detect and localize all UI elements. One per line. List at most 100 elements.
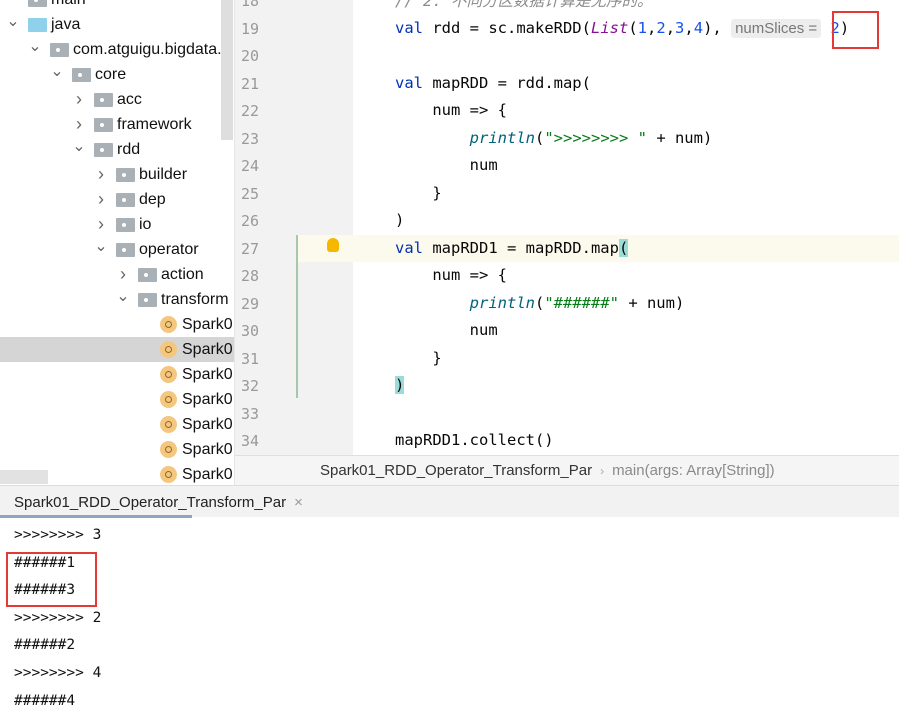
output-line: >>>>>>>> 2: [14, 609, 102, 626]
tree-item-label: com.atguigu.bigdata.s: [73, 40, 230, 58]
console-tab[interactable]: Spark01_RDD_Operator_Transform_Par ×: [0, 486, 303, 518]
tree-item-label: transform: [161, 290, 229, 308]
chevron-right-icon: ›: [600, 463, 605, 478]
tree-item[interactable]: ⌄ com.atguigu.bigdata.s: [0, 36, 234, 62]
folder-icon: [50, 42, 69, 57]
folder-icon: [28, 17, 47, 32]
tree-item[interactable]: › action: [0, 262, 234, 287]
tree-item[interactable]: ⌄ rdd: [0, 136, 234, 162]
chevron-right-icon[interactable]: ›: [116, 264, 130, 285]
scala-class-icon: [160, 441, 177, 458]
tree-item-label: action: [161, 265, 204, 283]
tree-item-label: operator: [139, 240, 199, 258]
folder-icon: [138, 267, 157, 282]
tree-item[interactable]: ⌄ transform: [0, 286, 234, 312]
chevron-down-icon[interactable]: ⌄: [50, 61, 64, 81]
scala-class-icon: [160, 391, 177, 408]
tree-item[interactable]: ⌄ core: [0, 61, 234, 87]
chevron-down-icon[interactable]: ⌄: [72, 136, 86, 156]
highlight-box-output: [6, 552, 97, 607]
tree-item[interactable]: Spark0: [0, 437, 234, 462]
tree-item[interactable]: › framework: [0, 112, 234, 137]
highlight-box-numslices: [832, 11, 879, 49]
tree-item-label: core: [95, 65, 127, 83]
folder-icon: [116, 167, 135, 182]
code-line-23: println(">>>>>>>> " + num): [469, 129, 713, 147]
scala-class-icon: [160, 466, 177, 483]
lightbulb-icon[interactable]: [327, 238, 339, 252]
line-number: 19: [241, 19, 260, 38]
line-number: 22: [241, 102, 260, 120]
chevron-down-icon[interactable]: ⌄: [94, 236, 108, 256]
tree-item-label: builder: [139, 165, 188, 183]
line-number: 28: [241, 267, 260, 285]
line-number: 18: [241, 0, 260, 10]
line-number: 32: [241, 377, 260, 395]
tree-item-label: Spark0: [182, 340, 233, 358]
breadcrumb: Spark01_RDD_Operator_Transform_Par › main(…: [235, 455, 899, 485]
chevron-right-icon[interactable]: ›: [94, 214, 108, 235]
tree-item-label: dep: [139, 190, 166, 208]
folder-icon: [138, 292, 157, 307]
tree-item[interactable]: › acc: [0, 87, 234, 112]
breadcrumb-method[interactable]: main(args: Array[String]): [612, 462, 775, 479]
tree-item-label: rdd: [117, 140, 141, 158]
code-line-28: num => {: [395, 266, 507, 284]
folder-icon: [116, 242, 135, 257]
tree-item[interactable]: Spark0: [0, 387, 234, 412]
tree-item-label: main: [51, 0, 86, 9]
tree-item[interactable]: ⌄ operator: [0, 236, 234, 262]
line-number: 21: [241, 74, 260, 93]
chevron-right-icon[interactable]: ›: [94, 164, 108, 185]
tree-item-label: io: [139, 215, 152, 233]
tree-item[interactable]: Spark0: [0, 412, 234, 437]
code-line-30: num: [395, 321, 498, 339]
chevron-down-icon[interactable]: ⌄: [28, 36, 42, 56]
chevron-down-icon[interactable]: ⌄: [116, 286, 130, 306]
line-number: 24: [241, 157, 260, 175]
code-line-31: }: [395, 349, 442, 367]
tree-item[interactable]: › dep: [0, 187, 234, 212]
parameter-hint: numSlices =: [731, 19, 822, 38]
tree-item[interactable]: Spark0: [0, 362, 234, 387]
folder-icon: [94, 92, 113, 107]
scala-class-icon: [160, 341, 177, 358]
console-tab-bar: Spark01_RDD_Operator_Transform_Par ×: [0, 485, 899, 518]
chevron-right-icon[interactable]: ›: [94, 189, 108, 210]
scala-class-icon: [160, 416, 177, 433]
tree-item-label: acc: [117, 90, 142, 108]
line-number: 33: [241, 404, 260, 423]
close-icon[interactable]: ×: [294, 494, 303, 511]
chevron-right-icon[interactable]: ›: [72, 89, 86, 110]
tree-item[interactable]: Spark0: [0, 312, 234, 337]
tree-item[interactable]: Spark0: [0, 337, 234, 362]
output-line: ######4: [14, 692, 76, 709]
code-line-26: ): [395, 211, 405, 229]
chevron-down-icon[interactable]: ⌄: [6, 11, 20, 31]
code-editor[interactable]: [353, 0, 899, 455]
output-line: ######2: [14, 637, 76, 654]
tree-item[interactable]: › io: [0, 212, 234, 237]
tree-scrollbar[interactable]: [221, 0, 233, 140]
tree-horizontal-scrollbar[interactable]: [0, 470, 48, 484]
scala-class-icon: [160, 316, 177, 333]
tree-item-label: java: [51, 15, 81, 33]
line-number: 20: [241, 47, 260, 65]
tree-item-label: framework: [117, 115, 192, 133]
line-number: 29: [241, 294, 260, 313]
code-line-34: mapRDD1.collect(): [395, 431, 554, 449]
code-line-18: // 2. 不同分区数据计算是无序的。: [395, 0, 653, 10]
tree-item[interactable]: › builder: [0, 162, 234, 187]
breadcrumb-file[interactable]: Spark01_RDD_Operator_Transform_Par: [320, 462, 592, 479]
line-number: 26: [241, 212, 260, 230]
tree-item[interactable]: main: [0, 0, 234, 12]
tree-item[interactable]: ⌄ java: [0, 11, 234, 37]
folder-icon: [116, 217, 135, 232]
code-line-24: num: [395, 156, 498, 174]
project-tree: main ⌄ java ⌄ com.atguigu.bigdata.s ⌄ core › acc…: [0, 0, 235, 486]
line-number: 27: [241, 239, 260, 258]
code-line-25: }: [395, 184, 442, 202]
output-line: >>>>>>>> 4: [14, 665, 102, 681]
line-number: 34: [241, 432, 260, 450]
chevron-right-icon[interactable]: ›: [72, 114, 86, 135]
